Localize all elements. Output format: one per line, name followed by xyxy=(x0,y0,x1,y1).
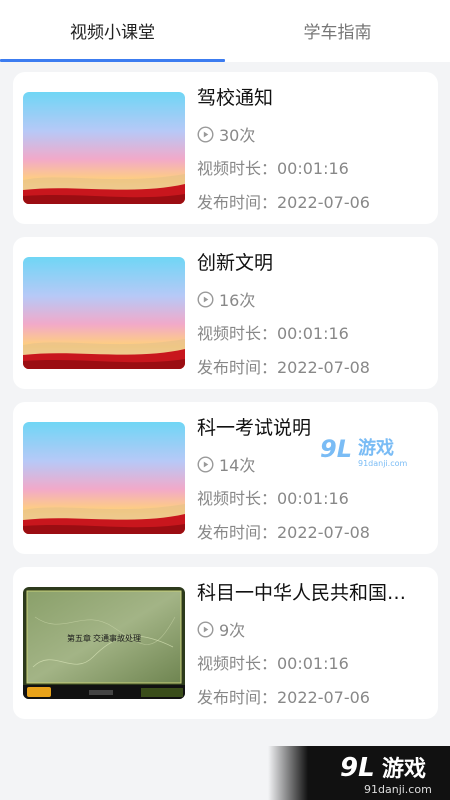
view-count-text: 9次 xyxy=(219,621,246,640)
watermark-brand: 游戏 xyxy=(358,437,394,459)
watermark-url: 91danji.com xyxy=(364,783,432,796)
video-duration: 视频时长：00:01:16 xyxy=(197,324,349,343)
video-title[interactable]: 创新文明 xyxy=(197,249,428,277)
view-count: 30次 xyxy=(197,122,428,146)
view-count: 16次 xyxy=(197,287,428,311)
publish-date: 发布时间：2022-07-08 xyxy=(197,358,370,377)
video-duration: 视频时长：00:01:16 xyxy=(197,489,349,508)
watermark-logo: 9L xyxy=(320,435,352,463)
video-list: 驾校通知 30次 视频时长：00:01:16 发布时间：2022-07-06 创… xyxy=(13,72,438,732)
slide-text: 第五章 交通事故处理 xyxy=(67,633,141,643)
video-card[interactable]: 第五章 交通事故处理 科目一中华人民共和国… 9次 视频时长：00:01:16 … xyxy=(13,567,438,719)
video-title[interactable]: 科目一中华人民共和国… xyxy=(197,579,428,607)
play-circle-icon xyxy=(197,455,214,473)
watermark-overlay: 9L 游戏 91danji.com xyxy=(318,430,418,470)
view-count: 9次 xyxy=(197,617,428,641)
tab-video-class[interactable]: 视频小课堂 xyxy=(0,0,225,62)
video-title[interactable]: 驾校通知 xyxy=(197,84,428,112)
view-count-text: 30次 xyxy=(219,126,256,145)
play-circle-icon xyxy=(197,290,214,308)
watermark-logo: 9L xyxy=(340,753,375,783)
video-duration: 视频时长：00:01:16 xyxy=(197,654,349,673)
tab-bar: 视频小课堂 学车指南 xyxy=(0,0,450,62)
video-card[interactable]: 驾校通知 30次 视频时长：00:01:16 发布时间：2022-07-06 xyxy=(13,72,438,224)
video-thumbnail[interactable]: 第五章 交通事故处理 xyxy=(23,587,185,699)
video-card[interactable]: 科一考试说明 14次 视频时长：00:01:16 发布时间：2022-07-08 xyxy=(13,402,438,554)
video-thumbnail[interactable] xyxy=(23,257,185,369)
video-thumbnail[interactable] xyxy=(23,422,185,534)
video-card[interactable]: 创新文明 16次 视频时长：00:01:16 发布时间：2022-07-08 xyxy=(13,237,438,389)
view-count-text: 14次 xyxy=(219,456,256,475)
publish-date: 发布时间：2022-07-06 xyxy=(197,193,370,212)
video-thumbnail[interactable] xyxy=(23,92,185,204)
publish-date: 发布时间：2022-07-08 xyxy=(197,523,370,542)
play-circle-icon xyxy=(197,620,214,638)
play-circle-icon xyxy=(197,125,214,143)
watermark-corner: 9L 游戏 91danji.com xyxy=(268,746,450,800)
tab-driving-guide[interactable]: 学车指南 xyxy=(225,0,450,62)
watermark-brand: 游戏 xyxy=(382,756,426,782)
publish-date: 发布时间：2022-07-06 xyxy=(197,688,370,707)
view-count-text: 16次 xyxy=(219,291,256,310)
watermark-url: 91danji.com xyxy=(358,459,408,468)
video-duration: 视频时长：00:01:16 xyxy=(197,159,349,178)
